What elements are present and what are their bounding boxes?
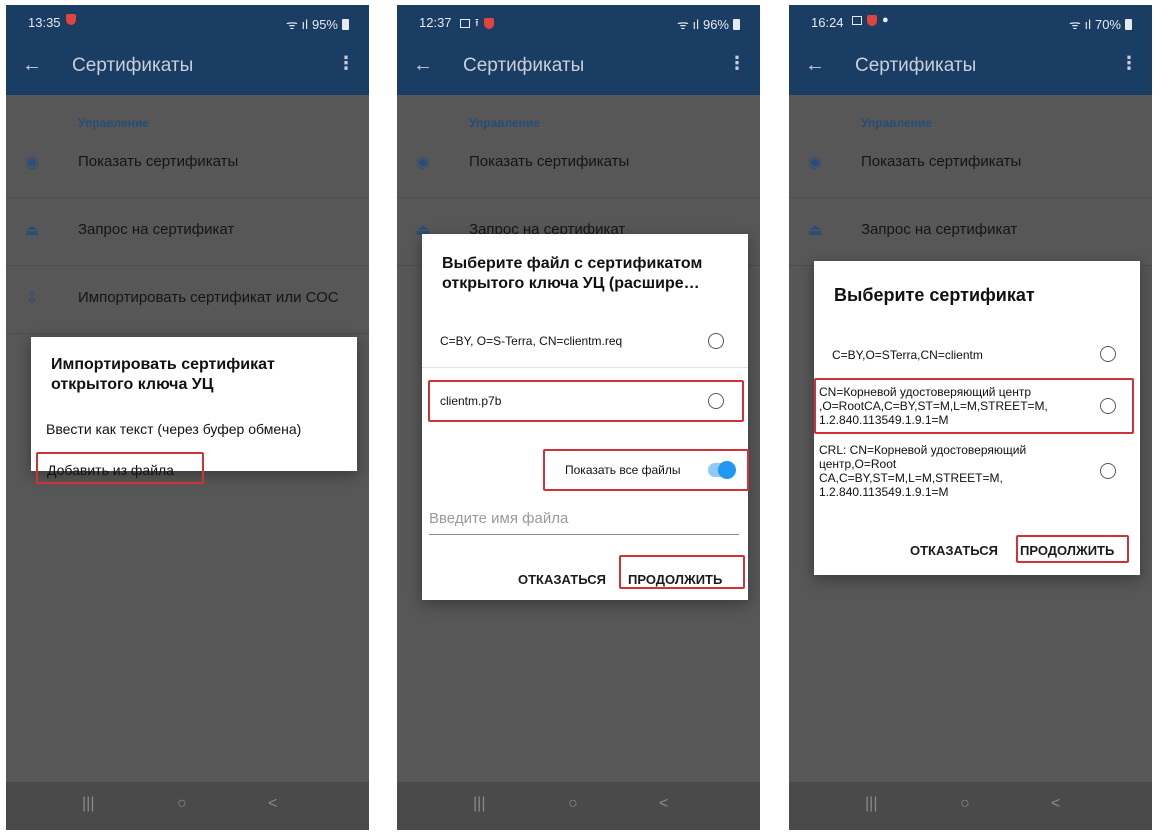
radio-button[interactable] — [708, 333, 724, 349]
request-icon: ⏏ — [24, 222, 40, 239]
app-bar: ← Сертификаты ⋮ — [397, 39, 760, 95]
highlight-show-all-toggle — [543, 449, 749, 491]
highlight-file-item — [428, 380, 744, 422]
back-arrow-icon[interactable]: ← — [22, 54, 42, 77]
menu-item-request-certificate[interactable]: ⏏ Запрос на сертификат — [789, 197, 1152, 266]
more-vert-icon[interactable]: ⋮ — [1120, 53, 1138, 74]
home-button[interactable]: ○ — [568, 795, 578, 813]
battery-icon — [342, 18, 349, 30]
status-bar: 13:35 ᯤ ıl 95% — [6, 5, 369, 39]
status-bar: 16:24 ● ᯤ ıl 70% — [789, 5, 1152, 39]
nav-bar: ||| ○ < — [397, 782, 760, 830]
menu-item-show-certificates[interactable]: ◉ Показать сертификаты — [789, 129, 1152, 198]
wifi-signal-icon: ᯤ ıl — [676, 17, 699, 32]
status-time: 16:24 — [811, 15, 844, 30]
recents-button[interactable]: ||| — [473, 795, 485, 813]
highlight-continue — [619, 555, 745, 589]
filename-input[interactable]: Введите имя файла — [429, 504, 739, 535]
option-paste-text[interactable]: Ввести как текст (через буфер обмена) — [46, 421, 301, 437]
request-icon: ⏏ — [807, 222, 823, 239]
section-header: Управление — [469, 116, 540, 130]
wifi-signal-icon: ᯤ ıl — [285, 17, 308, 32]
divider — [422, 367, 748, 368]
dialog-title: Выберите файл с сертификатом открытого к… — [442, 255, 703, 292]
recents-button[interactable]: ||| — [865, 795, 877, 813]
recents-button[interactable]: ||| — [82, 795, 94, 813]
gallery-icon — [852, 15, 862, 25]
phone-screen-2: 12:37 ⭱ ᯤ ıl 96% ← Сертификаты ⋮ Управлен… — [397, 5, 760, 830]
menu-item-import-certificate[interactable]: ⇩ Импортировать сертификат или СОС — [6, 265, 369, 334]
home-button[interactable]: ○ — [960, 795, 970, 813]
section-header: Управление — [78, 116, 149, 130]
menu-item-show-certificates[interactable]: ◉ Показать сертификаты — [397, 129, 760, 198]
back-arrow-icon[interactable]: ← — [805, 54, 825, 77]
highlight-continue — [1016, 535, 1129, 563]
back-button[interactable]: < — [268, 795, 277, 813]
filename-placeholder: Введите имя файла — [429, 510, 569, 527]
import-icon: ⇩ — [25, 290, 39, 307]
menu-item-request-certificate[interactable]: ⏏ Запрос на сертификат — [6, 197, 369, 266]
import-dialog: Импортировать сертификат открытого ключа… — [31, 337, 357, 478]
certificate-name: C=BY,O=STerra,CN=clientm — [832, 348, 983, 362]
highlight-certificate-item — [814, 378, 1134, 434]
battery-icon — [1125, 18, 1132, 30]
radio-button[interactable] — [1100, 346, 1116, 362]
eye-icon: ◉ — [416, 154, 430, 171]
gallery-icon — [460, 19, 470, 28]
back-arrow-icon[interactable]: ← — [413, 54, 433, 77]
page-title: Сертификаты — [463, 55, 585, 76]
battery-level: 95% — [311, 16, 338, 32]
upload-icon: ⭱ — [475, 17, 479, 29]
shield-icon — [483, 18, 494, 29]
dialog-title: Импортировать сертификат открытого ключа… — [51, 356, 275, 393]
file-name: C=BY, O=S-Terra, CN=clientm.req — [440, 334, 623, 348]
wifi-signal-icon: ᯤ ıl — [1068, 17, 1091, 32]
phone-screen-3: 16:24 ● ᯤ ıl 70% ← Сертификаты ⋮ Управлен… — [789, 5, 1152, 830]
page-title: Сертификаты — [855, 55, 977, 76]
radio-button[interactable] — [1100, 463, 1116, 479]
certificate-item[interactable]: C=BY,O=STerra,CN=clientm — [814, 335, 1140, 375]
certificate-name: CRL: CN=Корневой удостоверяющий центр,O=… — [819, 443, 1027, 499]
cancel-button[interactable]: ОТКАЗАТЬСЯ — [518, 572, 606, 587]
more-vert-icon[interactable]: ⋮ — [337, 53, 355, 74]
highlight-add-from-file — [36, 452, 204, 484]
shield-icon — [867, 14, 877, 26]
shield-icon — [66, 14, 76, 25]
dialog-title: Выберите сертификат — [834, 285, 1035, 305]
eye-icon: ◉ — [808, 154, 822, 171]
status-bar: 12:37 ⭱ ᯤ ıl 96% — [397, 5, 760, 39]
back-button[interactable]: < — [659, 795, 668, 813]
location-icon: ● — [882, 14, 889, 26]
app-bar: ← Сертификаты ⋮ — [6, 39, 369, 95]
section-header: Управление — [861, 116, 932, 130]
nav-bar: ||| ○ < — [789, 782, 1152, 830]
home-button[interactable]: ○ — [177, 795, 187, 813]
more-vert-icon[interactable]: ⋮ — [728, 53, 746, 74]
cancel-button[interactable]: ОТКАЗАТЬСЯ — [910, 543, 998, 558]
app-bar: ← Сертификаты ⋮ — [789, 39, 1152, 95]
status-time: 12:37 — [419, 15, 452, 30]
nav-bar: ||| ○ < — [6, 782, 369, 830]
page-title: Сертификаты — [72, 55, 194, 76]
file-item[interactable]: C=BY, O=S-Terra, CN=clientm.req — [422, 320, 748, 364]
certificate-item[interactable]: CRL: CN=Корневой удостоверяющий центр,O=… — [814, 441, 1140, 505]
status-time: 13:35 — [28, 15, 61, 30]
back-button[interactable]: < — [1051, 795, 1060, 813]
battery-icon — [733, 18, 740, 30]
menu-item-show-certificates[interactable]: ◉ Показать сертификаты — [6, 129, 369, 198]
battery-level: 96% — [702, 16, 729, 32]
phone-screen-1: 13:35 ᯤ ıl 95% ← Сертификаты ⋮ Управление… — [6, 5, 369, 830]
eye-icon: ◉ — [25, 154, 39, 171]
battery-level: 70% — [1094, 16, 1121, 32]
